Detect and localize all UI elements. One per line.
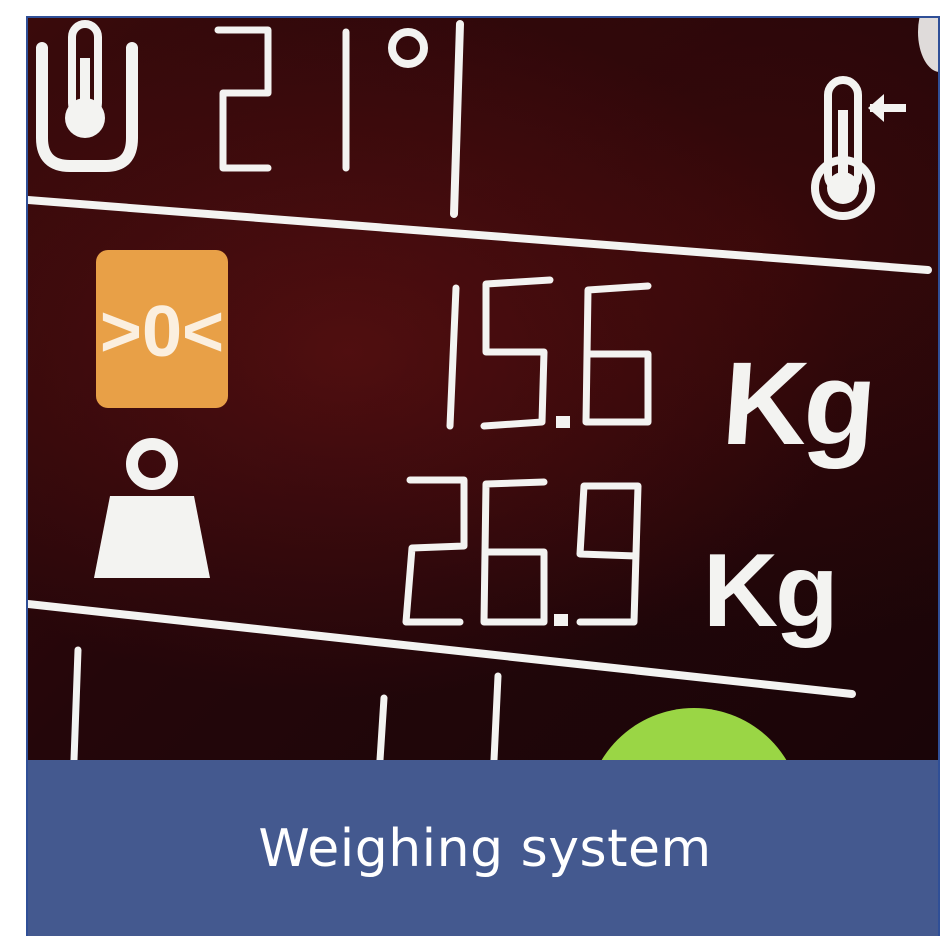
zero-badge-text: >0< — [100, 292, 224, 372]
status-indicator-icon — [601, 708, 787, 760]
tile-caption-bar[interactable]: Weighing system — [28, 760, 938, 936]
weight-unit-primary: Kg — [718, 338, 877, 470]
zero-tare-icon[interactable]: >0< — [96, 250, 228, 408]
weighing-display-photo: >0< Kg Kg — [28, 18, 938, 760]
weight-reading-secondary — [402, 476, 642, 626]
weight-unit-secondary: Kg — [703, 533, 839, 649]
weighing-system-tile[interactable]: >0< Kg Kg Weighing system — [26, 16, 940, 936]
tile-caption: Weighing system — [258, 819, 712, 879]
weight-icon — [94, 438, 210, 578]
temperature-digits — [214, 26, 428, 172]
ambient-thermometer-icon — [811, 76, 906, 220]
bottom-segments — [70, 646, 502, 760]
weight-reading-primary — [446, 276, 652, 430]
tank-thermometer-icon — [36, 20, 138, 172]
